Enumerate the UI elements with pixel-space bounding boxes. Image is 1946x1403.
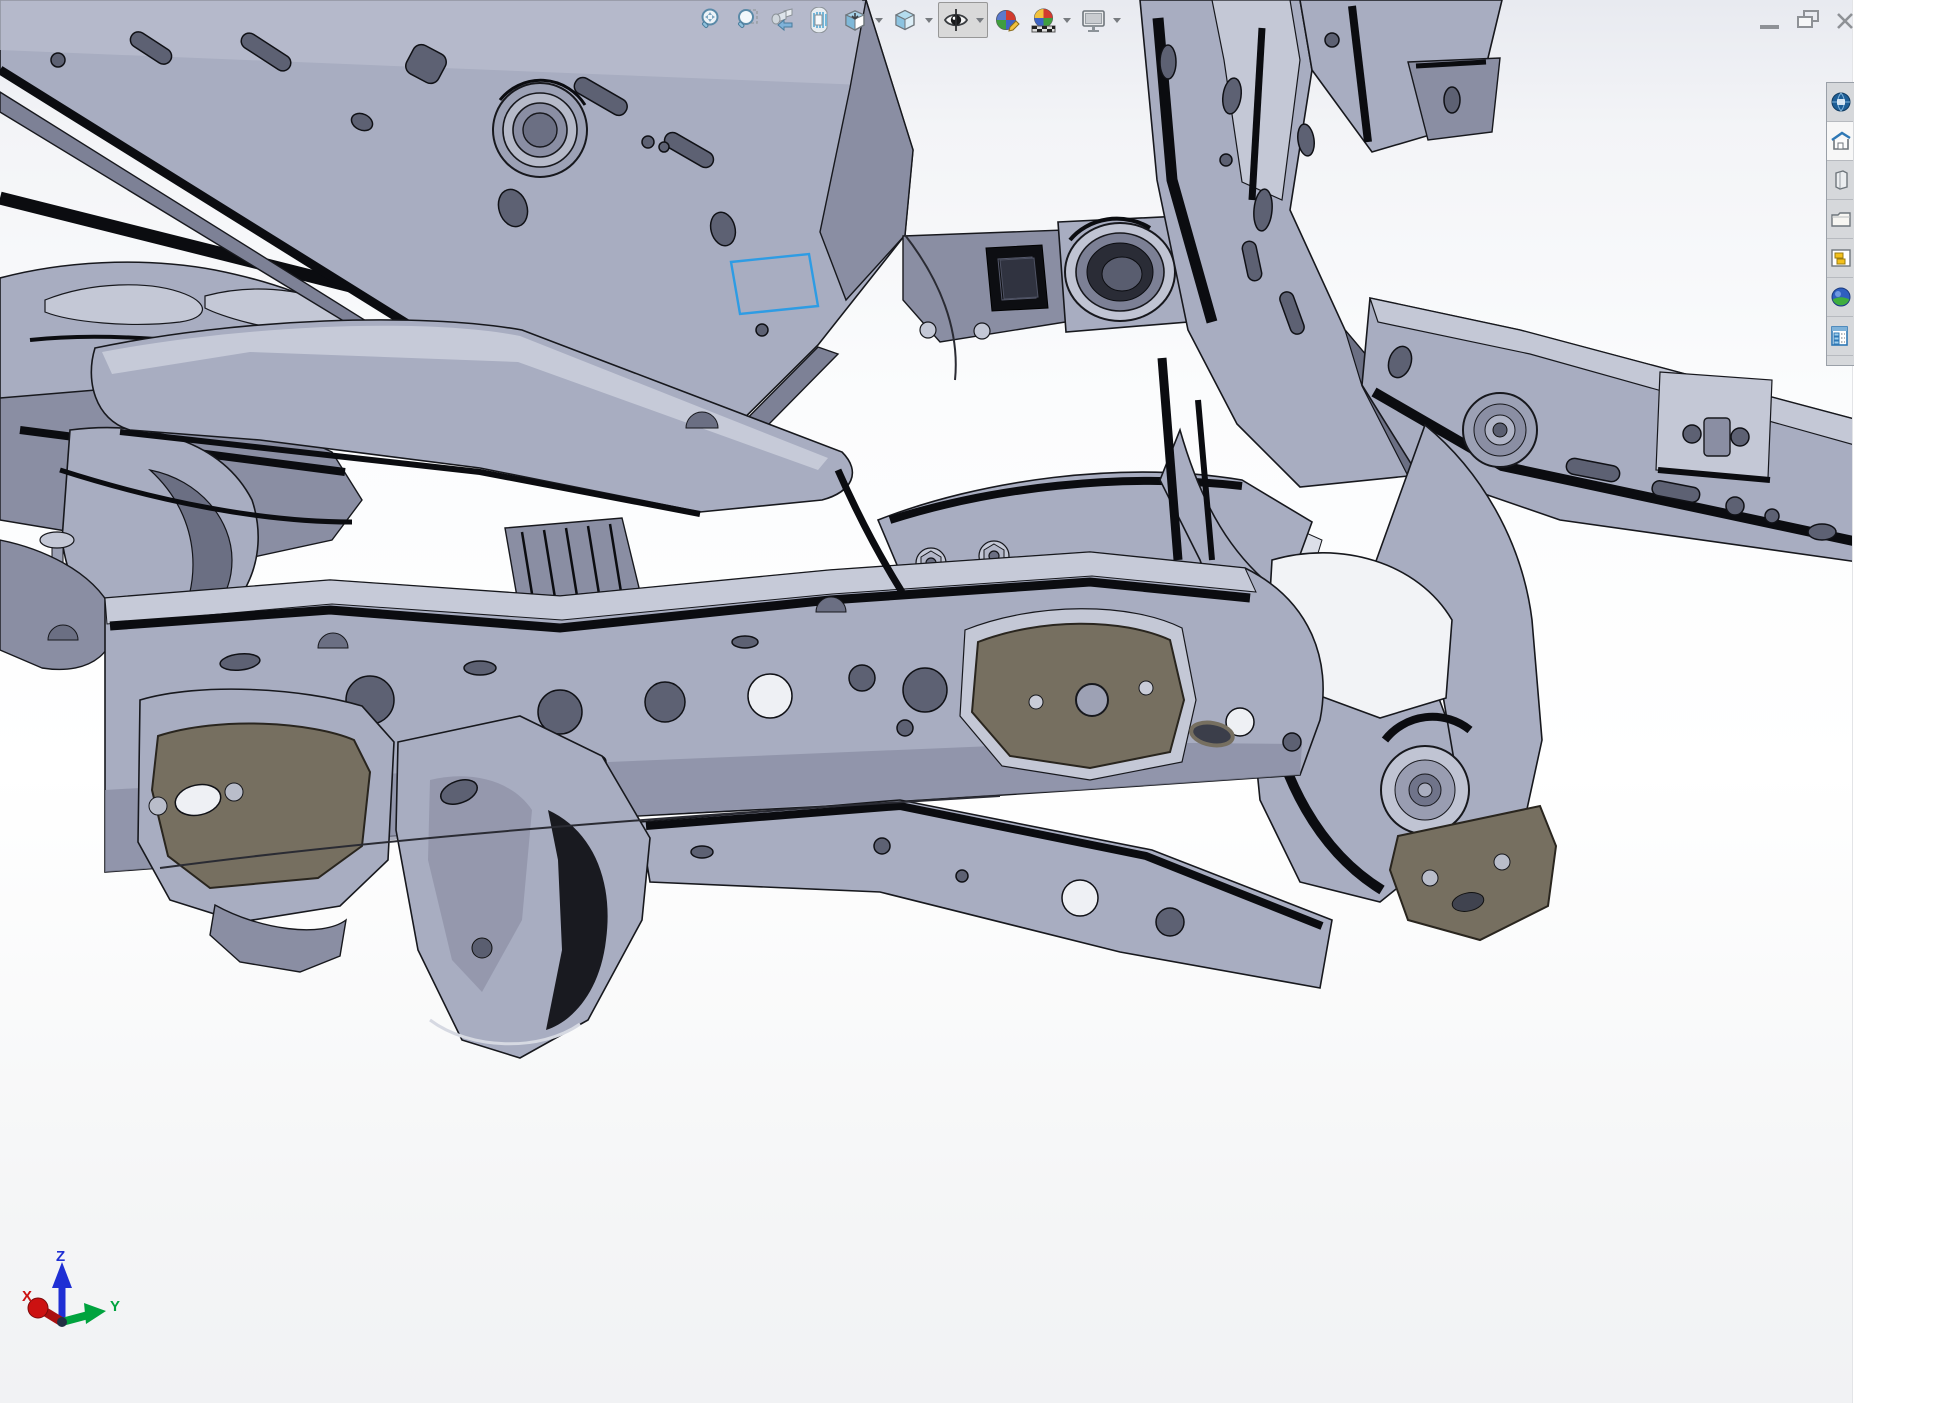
apply-scene-dropdown[interactable] bbox=[1063, 18, 1071, 23]
view-settings-button[interactable] bbox=[1076, 3, 1110, 37]
rail-boss-right bbox=[1463, 393, 1537, 467]
hide-show-items-button[interactable] bbox=[939, 3, 973, 37]
view-orientation-button[interactable] bbox=[838, 3, 872, 37]
zoom-to-area-icon bbox=[734, 7, 760, 33]
display-style-dropdown[interactable] bbox=[925, 18, 933, 23]
display-style-icon bbox=[892, 7, 918, 33]
hide-show-items-group[interactable] bbox=[938, 2, 988, 38]
view-orientation-icon bbox=[842, 7, 868, 33]
view-orientation-dropdown[interactable] bbox=[875, 18, 883, 23]
edit-appearance-icon bbox=[994, 7, 1021, 34]
minimize-button[interactable]: Minimize bbox=[1760, 25, 1779, 29]
orientation-triad bbox=[28, 1262, 106, 1327]
file-explorer-folder-icon bbox=[1830, 208, 1852, 230]
apply-scene-button[interactable] bbox=[1026, 3, 1060, 37]
hide-show-items-icon bbox=[942, 6, 970, 34]
design-library-home-icon bbox=[1830, 130, 1852, 152]
triad-x-label: X bbox=[22, 1288, 32, 1305]
section-view-icon bbox=[806, 7, 832, 33]
resources-globe-icon bbox=[1830, 91, 1852, 113]
cad-viewport[interactable]: Z X Y bbox=[0, 0, 1946, 1403]
triad-y-label: Y bbox=[110, 1298, 120, 1315]
zoom-to-fit-button[interactable] bbox=[694, 3, 728, 37]
triad-z-label: Z bbox=[56, 1248, 65, 1265]
tab-custom-properties[interactable] bbox=[1827, 317, 1853, 356]
window-controls[interactable]: Minimize Restore Down Close bbox=[1750, 0, 1860, 44]
tab-solidworks-resources[interactable] bbox=[1827, 83, 1853, 122]
chassis-frame-model[interactable] bbox=[0, 0, 1946, 1403]
previous-view-icon bbox=[770, 7, 796, 33]
crossmember-tube[interactable] bbox=[903, 230, 1078, 342]
hide-show-items-dropdown[interactable] bbox=[976, 18, 984, 23]
tab-appearances-scenes[interactable] bbox=[1827, 278, 1853, 317]
task-pane-tab-strip[interactable] bbox=[1826, 82, 1854, 366]
view-settings-dropdown[interactable] bbox=[1113, 18, 1121, 23]
zoom-to-fit-icon bbox=[698, 7, 724, 33]
previous-view-button[interactable] bbox=[766, 3, 800, 37]
display-style-button[interactable] bbox=[888, 3, 922, 37]
section-view-button[interactable] bbox=[802, 3, 836, 37]
task-pane-panel bbox=[1852, 0, 1946, 1403]
apply-scene-icon bbox=[1030, 7, 1057, 34]
close-button[interactable]: Close bbox=[1838, 14, 1852, 28]
frame-rail-top-right[interactable] bbox=[1300, 0, 1502, 152]
restore-button[interactable]: Restore Down bbox=[1798, 11, 1818, 27]
custom-properties-icon bbox=[1830, 325, 1852, 347]
view-settings-icon bbox=[1080, 7, 1107, 34]
edit-appearance-button[interactable] bbox=[990, 3, 1024, 37]
tab-design-library[interactable] bbox=[1827, 122, 1853, 161]
tab-file-explorer[interactable] bbox=[1827, 200, 1853, 239]
zoom-to-area-button[interactable] bbox=[730, 3, 764, 37]
library-book-icon bbox=[1830, 169, 1852, 191]
appearances-scenes-icon bbox=[1830, 286, 1852, 308]
heads-up-view-toolbar[interactable] bbox=[694, 2, 1124, 38]
left-mount-bracket[interactable] bbox=[138, 689, 394, 972]
tab-view-palette[interactable] bbox=[1827, 239, 1853, 278]
view-palette-icon bbox=[1830, 247, 1852, 269]
tab-library[interactable] bbox=[1827, 161, 1853, 200]
checkerboard bbox=[1032, 26, 1055, 32]
